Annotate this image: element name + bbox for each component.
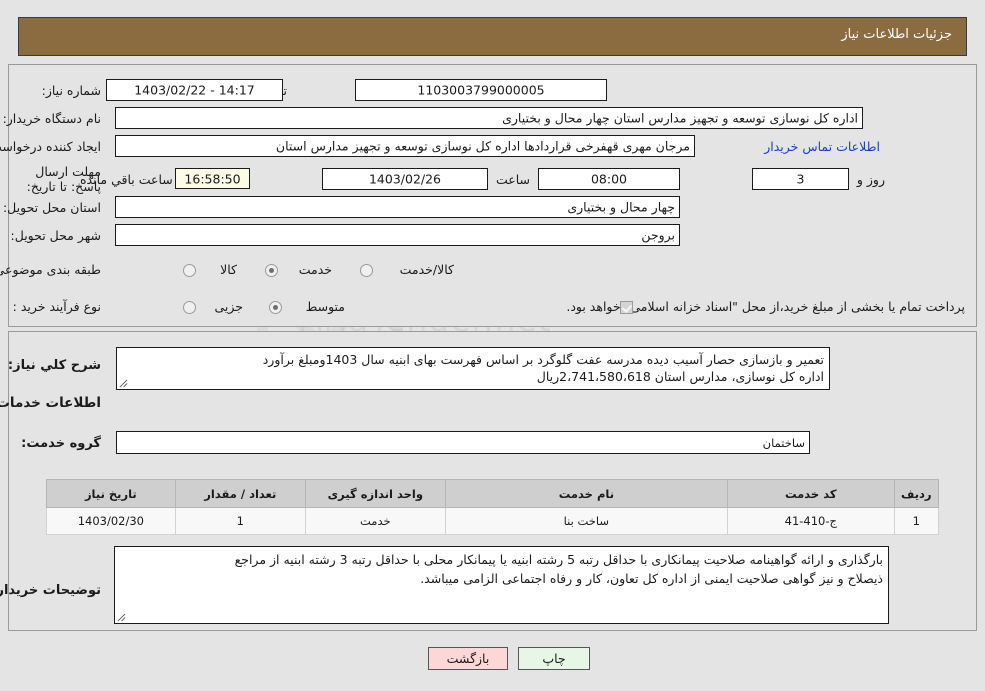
- summary-line-1: تعمیر و بازسازی حصار آسیب دیده مدرسه عفت…: [262, 352, 824, 367]
- announce-datetime-field: 14:17 - 1403/02/22: [106, 79, 283, 101]
- city-value: بروجن: [641, 227, 675, 243]
- need-number-field: 1103003799000005: [355, 79, 607, 101]
- th-service-name: نام خدمت: [444, 479, 729, 508]
- summary-label: شرح کلي نياز:: [7, 358, 101, 373]
- service-group-field: ساختمان: [116, 431, 810, 454]
- page-title: جزئیات اطلاعات نیاز: [841, 27, 952, 42]
- buyer-notes-line-1: بارگذاری و ارائه گواهینامه صلاحیت پیمانک…: [234, 552, 883, 567]
- deadline-hour-value: 08:00: [590, 171, 628, 187]
- deadline-hour-field: 08:00: [538, 168, 680, 190]
- window-title-bar: جزئیات اطلاعات نیاز: [18, 17, 967, 56]
- days-word-label: روز و: [856, 172, 885, 187]
- services-table: ردیف کد خدمت نام خدمت واحد اندازه گیری ت…: [46, 479, 940, 535]
- countdown-timer-field: 16:58:50: [175, 168, 250, 189]
- cell-row-no: 1: [893, 507, 940, 535]
- resize-grip-icon[interactable]: [119, 379, 128, 388]
- process-radio-jozii[interactable]: [183, 301, 196, 314]
- th-unit: واحد اندازه گیری: [304, 479, 446, 508]
- th-row-no: ردیف: [893, 479, 940, 508]
- countdown-timer-value: 16:58:50: [184, 171, 241, 186]
- summary-line-2: اداره کل نوسازی، مدارس استان 2،741،580،6…: [536, 369, 824, 384]
- process-label: نوع فرآیند خرید :: [12, 299, 101, 314]
- process-option-label-1: متوسط: [305, 299, 345, 314]
- th-need-date: تاریخ نیاز: [46, 479, 176, 508]
- category-radio-kala-khedmat[interactable]: [360, 264, 373, 277]
- announce-datetime-value: 14:17 - 1403/02/22: [134, 82, 255, 98]
- process-radio-motavasset[interactable]: [269, 301, 282, 314]
- category-label: طبقه بندی موضوعی:: [0, 262, 101, 277]
- cell-service-code: ج-410-41: [727, 507, 895, 535]
- city-label: شهر محل تحویل:: [10, 228, 101, 243]
- city-field: بروجن: [115, 224, 680, 246]
- service-group-label: گروه خدمت:: [21, 436, 101, 451]
- summary-textarea[interactable]: تعمیر و بازسازی حصار آسیب دیده مدرسه عفت…: [116, 347, 830, 390]
- buyer-notes-textarea[interactable]: بارگذاری و ارائه گواهینامه صلاحیت پیمانک…: [114, 546, 889, 624]
- buyer-notes-label: توضیحات خریدار:: [0, 583, 101, 598]
- print-button[interactable]: چاپ: [518, 647, 590, 670]
- days-remaining-value: 3: [796, 171, 805, 187]
- cell-need-date: 1403/02/30: [46, 507, 176, 535]
- page-root: AriaTender.net جزئیات اطلاعات نیاز شماره…: [0, 0, 985, 691]
- category-option-label-1: خدمت: [298, 262, 332, 277]
- th-quantity: تعداد / مقدار: [174, 479, 306, 508]
- province-label: استان محل تحویل:: [2, 200, 101, 215]
- requester-field: مرجان مهری قهفرخی قراردادها اداره کل نوس…: [115, 135, 695, 157]
- province-value: چهار محال و بختیاری: [567, 199, 675, 215]
- buyer-org-label: نام دستگاه خریدار:: [2, 111, 101, 126]
- need-number-label: شماره نیاز:: [41, 83, 101, 98]
- category-radio-khedmat[interactable]: [265, 264, 278, 277]
- category-option-label-2: کالا/خدمت: [399, 262, 454, 277]
- requester-label: ایجاد کننده درخواست:: [0, 139, 101, 154]
- category-radio-kala[interactable]: [183, 264, 196, 277]
- category-option-label-0: کالا: [220, 262, 237, 277]
- days-remaining-field: 3: [752, 168, 849, 190]
- service-group-value: ساختمان: [762, 435, 805, 450]
- requester-value: مرجان مهری قهفرخی قراردادها اداره کل نوس…: [275, 138, 690, 154]
- buyer-org-value: اداره کل نوسازی توسعه و تجهیز مدارس استا…: [502, 110, 858, 126]
- treasury-bond-checkbox[interactable]: [620, 301, 633, 314]
- cell-unit: خدمت: [304, 507, 446, 535]
- cell-quantity: 1: [174, 507, 306, 535]
- deadline-date-value: 1403/02/26: [368, 171, 442, 187]
- buyer-notes-line-2: ذیصلاح و نیز گواهی صلاحیت ایمنی از اداره…: [420, 571, 883, 586]
- buyer-contact-link[interactable]: اطلاعات تماس خریدار: [764, 139, 880, 154]
- table-row[interactable]: 1 ج-410-41 ساخت بنا خدمت 1 1403/02/30: [46, 507, 940, 535]
- th-service-code: کد خدمت: [727, 479, 895, 508]
- table-header-row: ردیف کد خدمت نام خدمت واحد اندازه گیری ت…: [46, 479, 940, 508]
- need-number-value: 1103003799000005: [417, 82, 545, 98]
- deadline-hour-label: ساعت: [495, 172, 530, 187]
- countdown-suffix-label: ساعت باقي مانده: [80, 172, 173, 187]
- treasury-bond-label: پرداخت تمام یا بخشی از مبلغ خرید،از محل …: [566, 299, 965, 314]
- process-option-label-0: جزیی: [214, 299, 243, 314]
- cell-service-name: ساخت بنا: [444, 507, 729, 535]
- province-field: چهار محال و بختیاری: [115, 196, 680, 218]
- resize-grip-icon[interactable]: [117, 613, 126, 622]
- deadline-date-field: 1403/02/26: [322, 168, 488, 190]
- buyer-org-field: اداره کل نوسازی توسعه و تجهیز مدارس استا…: [115, 107, 863, 129]
- back-button[interactable]: بازگشت: [428, 647, 508, 670]
- service-section-heading: اطلاعات خدمات مورد نیاز: [0, 395, 101, 411]
